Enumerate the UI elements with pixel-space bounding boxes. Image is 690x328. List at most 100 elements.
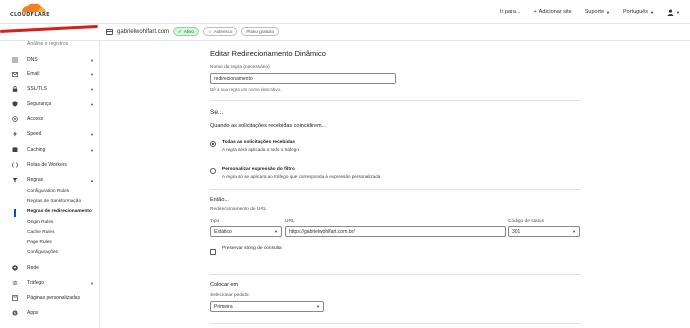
- sidebar-subitem-redirect-rules[interactable]: Regras de redirecionamento: [27, 209, 92, 214]
- sidebar-item-security[interactable]: Segurança ▼: [0, 98, 100, 110]
- sidebar-item-label: Apps: [27, 310, 39, 316]
- radio-custom-filter[interactable]: [210, 168, 216, 174]
- chevron-down-icon: ▼: [90, 57, 94, 63]
- dns-icon: [12, 57, 18, 63]
- sidebar-item-apps[interactable]: Apps: [0, 307, 100, 319]
- option-all-desc: A regra será aplicada a todo o tráfego: [222, 147, 299, 152]
- rules-icon: [12, 177, 18, 183]
- support-label: Suporte: [584, 9, 605, 15]
- status-code-select[interactable]: 301 ▼: [508, 226, 580, 237]
- divider: [210, 100, 580, 101]
- active-indicator: [14, 209, 16, 217]
- chevron-down-icon: ▼: [90, 131, 94, 137]
- sidebar-item-label: Regras: [27, 177, 44, 183]
- sidebar-item-network[interactable]: Rede: [0, 262, 100, 274]
- sidebar-item-label: DNS: [27, 57, 38, 63]
- status-badge: ✓ Ativo: [173, 27, 199, 36]
- plus-icon: +: [533, 9, 537, 15]
- support-menu[interactable]: Suporte ▼: [585, 9, 610, 15]
- sidebar-item-custom-pages[interactable]: Páginas personalizadas: [0, 292, 100, 304]
- sidebar-subitem-page-rules[interactable]: Page Rules: [27, 240, 52, 245]
- network-icon: [12, 265, 18, 271]
- sidebar-item-access[interactable]: Access: [0, 113, 100, 125]
- radio-all-requests[interactable]: [210, 141, 216, 147]
- sidebar-item-label: Caching: [27, 147, 46, 153]
- chevron-down-icon: ▼: [274, 229, 278, 234]
- status-code-label: Código de status: [508, 219, 545, 224]
- order-select-value: Primeira: [214, 304, 233, 310]
- sidebar-item-label: Tráfego: [27, 280, 45, 286]
- zone-bar: [0, 24, 690, 41]
- select-order-label: Selecionar pedido:: [210, 293, 250, 298]
- sidebar-subitem-origin-rules[interactable]: Origin Rules: [27, 220, 53, 225]
- type-select[interactable]: Estático ▼: [210, 226, 282, 237]
- rule-name-label: Nome da regra (necessário): [210, 65, 270, 70]
- goto-label: Ir para...: [500, 9, 521, 15]
- sidebar-item-caching[interactable]: Caching ▼: [0, 144, 100, 156]
- sidebar-subitem-cache-rules[interactable]: Cache Rules: [27, 230, 54, 235]
- sidebar-subitem-configuration-rules[interactable]: Configuration Rules: [27, 189, 69, 194]
- sidebar-item-ssl[interactable]: SSL/TLS ▼: [0, 83, 100, 95]
- goto-menu[interactable]: Ir para...: [500, 9, 520, 15]
- sidebar-item-label: Email: [27, 71, 40, 77]
- speed-icon: [12, 131, 18, 137]
- user-icon: [667, 9, 674, 16]
- sidebar-item-label: Speed: [27, 131, 42, 137]
- preserve-query-label[interactable]: Preservar string de consulta: [222, 245, 282, 252]
- sidebar-subitem-settings[interactable]: Configurações: [27, 250, 58, 255]
- sidebar-item-workers-routes[interactable]: Rotas de Workers: [0, 159, 100, 171]
- chevron-up-icon: ▲: [90, 177, 94, 183]
- domain-name[interactable]: gabrielwohlfart.com: [117, 29, 169, 35]
- workers-icon: [12, 162, 18, 168]
- browser-icon: [106, 28, 113, 35]
- pages-icon: [12, 295, 18, 301]
- zone-info: gabrielwohlfart.com ✓ Ativo ☆ Asterisco …: [106, 27, 280, 36]
- sidebar-item-dns[interactable]: DNS ▼: [0, 54, 100, 66]
- star-label: Asterisco: [213, 29, 233, 34]
- top-bar: CLOUDFLARE Ir para... + Adicionar site S…: [0, 0, 690, 24]
- rule-name-help: Dê à sua regra um nome descritivo.: [210, 87, 282, 92]
- then-heading: Então...: [210, 197, 229, 203]
- star-button[interactable]: ☆ Asterisco: [202, 27, 238, 36]
- option-custom-desc: A regra só se aplicará ao tráfego que co…: [222, 174, 381, 179]
- shield-icon: [12, 101, 18, 107]
- sidebar-item-rules[interactable]: Regras ▲: [0, 174, 100, 186]
- sidebar-item-speed[interactable]: Speed ▼: [0, 128, 100, 140]
- chevron-down-icon: ▼: [650, 9, 655, 15]
- place-heading: Colocar em: [210, 282, 239, 288]
- url-input[interactable]: https://gabrielwohlfart.com.br/: [285, 226, 506, 237]
- sidebar-item-analytics[interactable]: Análise e registros: [27, 41, 68, 47]
- chevron-down-icon: ▼: [90, 147, 94, 153]
- user-menu[interactable]: ▼: [667, 9, 680, 16]
- language-label: Português: [622, 9, 649, 15]
- sidebar-item-email[interactable]: Email ▼: [0, 68, 100, 80]
- language-menu[interactable]: Português ▼: [623, 9, 654, 15]
- divider: [210, 189, 580, 190]
- option-custom-title[interactable]: Personalizar expressão do filtro: [222, 167, 295, 172]
- add-site-button[interactable]: + Adicionar site: [534, 9, 572, 15]
- sidebar-subitem-transform-rules[interactable]: Regras de transformação: [27, 199, 81, 204]
- chevron-down-icon: ▼: [606, 9, 610, 15]
- when-heading: Quando as solicitações recebidas coincid…: [210, 123, 327, 129]
- plan-label: Plano gratuito: [246, 29, 275, 34]
- lock-icon: [12, 86, 18, 92]
- chevron-down-icon: ▼: [90, 101, 94, 107]
- chevron-down-icon: ▼: [316, 304, 320, 309]
- sidebar-item-traffic[interactable]: Tráfego ▼: [0, 277, 100, 289]
- rule-name-input[interactable]: redirecionamento: [210, 73, 396, 84]
- sidebar-item-label: Rotas de Workers: [27, 162, 67, 168]
- sidebar-item-label: SSL/TLS: [27, 86, 48, 92]
- chevron-down-icon: ▼: [90, 86, 94, 92]
- option-all-title[interactable]: Todas as solicitações recebidas: [222, 140, 295, 145]
- plan-badge[interactable]: Plano gratuito: [241, 27, 280, 36]
- chevron-down-icon: ▼: [90, 71, 94, 77]
- url-redirect-label: Redirecionamento de URL: [210, 207, 267, 212]
- type-select-value: Estático: [214, 229, 232, 235]
- order-select[interactable]: Primeira ▼: [210, 301, 324, 312]
- preserve-query-checkbox[interactable]: [210, 249, 216, 255]
- chevron-down-icon: ▼: [676, 9, 680, 15]
- apps-icon: [12, 310, 18, 316]
- divider: [210, 274, 580, 275]
- sidebar-item-label: Rede: [27, 265, 39, 271]
- cloudflare-logo[interactable]: CLOUDFLARE: [10, 3, 54, 21]
